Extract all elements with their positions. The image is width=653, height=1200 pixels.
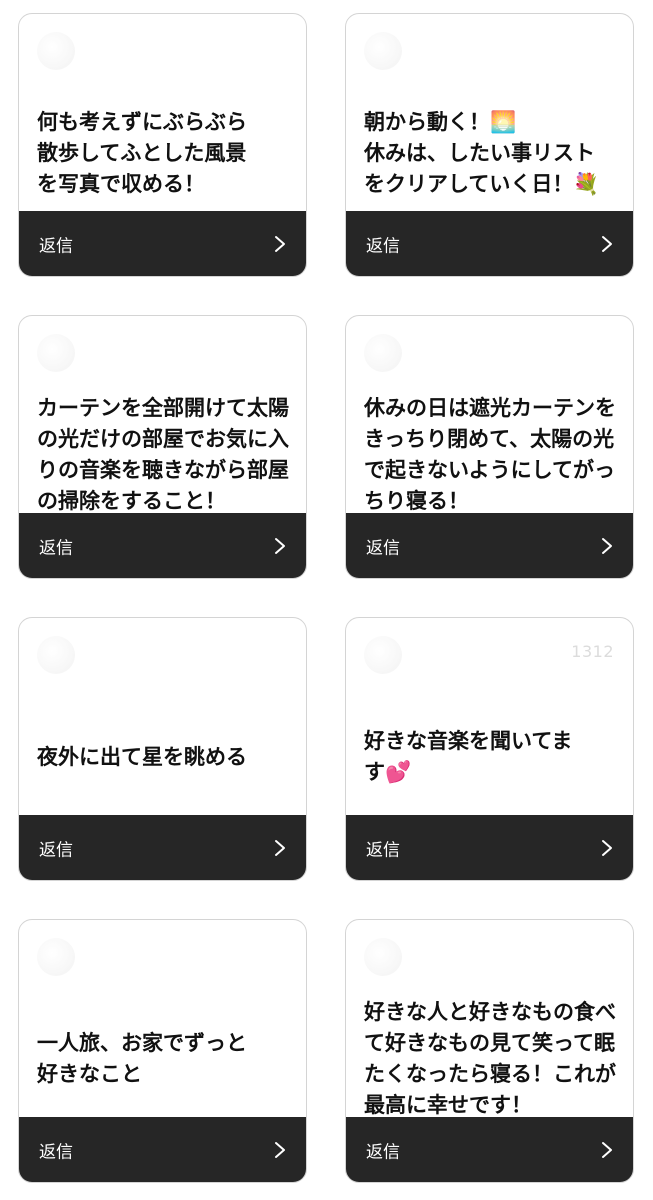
avatar	[364, 334, 402, 372]
chevron-right-icon	[602, 839, 612, 856]
answer-card: 何も考えずにぶらぶら 散歩してふとした風景 を写真で収める！ 返信	[18, 13, 307, 277]
reply-label: 返信	[366, 538, 400, 558]
avatar	[364, 32, 402, 70]
reply-label: 返信	[39, 236, 73, 256]
reply-label: 返信	[39, 1142, 73, 1162]
chevron-right-icon	[275, 235, 285, 252]
answer-card: 1312 好きな音楽を聞いてま す💕 返信	[345, 617, 634, 881]
answer-card: カーテンを全部開けて太陽 の光だけの部屋でお気に入 りの音楽を聴きながら部屋 の…	[18, 315, 307, 579]
reply-button[interactable]: 返信	[346, 815, 633, 880]
reply-button[interactable]: 返信	[19, 1117, 306, 1182]
reply-button[interactable]: 返信	[19, 815, 306, 880]
reply-button[interactable]: 返信	[346, 1117, 633, 1182]
answer-text: 好きな人と好きなもの食べ て好きなもの見て笑って眠 たくなったら寝る！これが 最…	[364, 1000, 616, 1117]
chevron-right-icon	[602, 235, 612, 252]
user-handle: 1312	[571, 642, 614, 661]
reply-button[interactable]: 返信	[19, 211, 306, 276]
card-header	[37, 938, 287, 978]
answer-text: 休みの日は遮光カーテンを きっちり閉めて、太陽の光 で起きないようにしてがっ ち…	[364, 396, 616, 513]
chevron-right-icon	[602, 1141, 612, 1158]
answer-card: 休みの日は遮光カーテンを きっちり閉めて、太陽の光 で起きないようにしてがっ ち…	[345, 315, 634, 579]
avatar	[37, 32, 75, 70]
chevron-right-icon	[275, 1141, 285, 1158]
chevron-right-icon	[602, 537, 612, 554]
reply-button[interactable]: 返信	[346, 513, 633, 578]
answer-card: 朝から動く！🌅 休みは、したい事リスト をクリアしていく日！💐 返信	[345, 13, 634, 277]
answer-text: 好きな音楽を聞いてま す💕	[364, 729, 573, 784]
reply-label: 返信	[366, 236, 400, 256]
avatar	[364, 636, 402, 674]
avatar	[37, 636, 75, 674]
answer-text: 一人旅、お家でずっと 好きなこと	[37, 1031, 247, 1086]
card-header	[364, 334, 614, 374]
reply-label: 返信	[39, 538, 73, 558]
card-header	[37, 636, 287, 676]
card-header	[37, 32, 287, 72]
reply-label: 返信	[366, 840, 400, 860]
reply-label: 返信	[366, 1142, 400, 1162]
chevron-right-icon	[275, 839, 285, 856]
avatar	[364, 938, 402, 976]
answer-text: カーテンを全部開けて太陽 の光だけの部屋でお気に入 りの音楽を聴きながら部屋 の…	[37, 396, 289, 513]
answer-card: 好きな人と好きなもの食べ て好きなもの見て笑って眠 たくなったら寝る！これが 最…	[345, 919, 634, 1183]
chevron-right-icon	[275, 537, 285, 554]
answer-text: 何も考えずにぶらぶら 散歩してふとした風景 を写真で収める！	[37, 109, 247, 196]
card-header	[37, 334, 287, 374]
reply-button[interactable]: 返信	[19, 513, 306, 578]
card-header: 1312	[364, 636, 614, 676]
avatar	[37, 334, 75, 372]
card-header	[364, 32, 614, 72]
answer-card: 夜外に出て星を眺める 返信	[18, 617, 307, 881]
answer-card: 一人旅、お家でずっと 好きなこと 返信	[18, 919, 307, 1183]
answer-text: 朝から動く！🌅 休みは、したい事リスト をクリアしていく日！💐	[364, 109, 600, 196]
reply-button[interactable]: 返信	[346, 211, 633, 276]
card-header	[364, 938, 614, 978]
avatar	[37, 938, 75, 976]
answer-text: 夜外に出て星を眺める	[37, 744, 247, 769]
reply-label: 返信	[39, 840, 73, 860]
